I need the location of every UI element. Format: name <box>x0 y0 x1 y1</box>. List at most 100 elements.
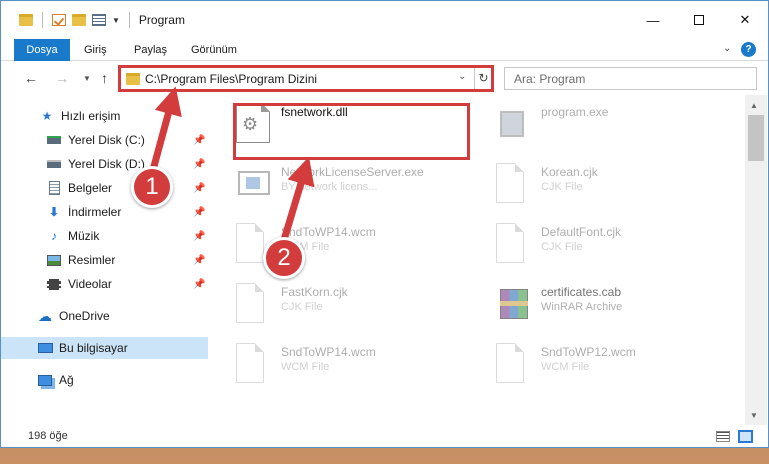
title-bar: ▼ Program — ✕ <box>1 1 768 39</box>
computer-icon <box>37 341 53 355</box>
file-type: WinRAR Archive <box>541 301 623 313</box>
pin-icon[interactable]: 📌 <box>193 255 205 266</box>
videos-icon <box>46 277 62 291</box>
file-type: WCM File <box>541 361 590 373</box>
sidebar-item-this-pc[interactable]: Bu bilgisayar <box>1 337 208 359</box>
sidebar-item-drive-d[interactable]: Yerel Disk (D:) 📌 <box>1 153 208 175</box>
sidebar-item-videos[interactable]: Videolar 📌 <box>1 273 208 295</box>
document-icon <box>236 223 264 263</box>
callout-badge-2: 2 <box>263 237 305 279</box>
expand-ribbon-chevron-icon[interactable]: ⌄ <box>723 43 731 54</box>
pin-icon[interactable]: 📌 <box>193 231 205 242</box>
document-icon <box>236 343 264 383</box>
file-item-korean-cjk[interactable]: Korean.cjk CJK File <box>469 155 709 205</box>
window-title: Program <box>138 13 185 27</box>
sidebar-item-downloads[interactable]: ⬇ İndirmeler 📌 <box>1 201 208 223</box>
pictures-icon <box>46 253 62 267</box>
file-type: WCM File <box>281 361 330 373</box>
tab-file[interactable]: Dosya <box>14 39 70 61</box>
pin-icon[interactable]: 📌 <box>193 159 205 170</box>
pin-icon[interactable]: 📌 <box>193 135 205 146</box>
sidebar-item-drive-c[interactable]: Yerel Disk (C:) 📌 <box>1 129 208 151</box>
file-name: Korean.cjk <box>541 165 598 179</box>
file-item-sndtowp14-wcm[interactable]: SndToWP14.wcm WCM File <box>209 215 449 265</box>
cloud-icon: ☁ <box>38 307 52 324</box>
address-highlight-box <box>118 65 494 92</box>
scroll-down-icon[interactable]: ▼ <box>750 411 758 420</box>
exe-icon <box>496 103 530 143</box>
callout-badge-1: 1 <box>131 166 173 208</box>
scroll-up-icon[interactable]: ▲ <box>750 101 758 110</box>
sidebar-item-label: Resimler <box>68 253 116 267</box>
new-folder-icon[interactable] <box>72 14 86 26</box>
close-button[interactable]: ✕ <box>722 1 768 39</box>
properties-check-icon[interactable] <box>52 14 66 26</box>
sidebar-item-label: Hızlı erişim <box>61 109 121 123</box>
pin-icon[interactable]: 📌 <box>193 183 205 194</box>
status-bar: 198 öğe <box>1 425 768 447</box>
sidebar-item-label: Yerel Disk (C:) <box>68 133 145 147</box>
maximize-button[interactable] <box>676 1 722 39</box>
close-icon: ✕ <box>739 12 751 27</box>
drive-icon <box>46 157 62 171</box>
sidebar-item-network[interactable]: Ağ <box>1 369 208 391</box>
tab-home[interactable]: Giriş <box>73 39 118 61</box>
sidebar-item-label: Ağ <box>59 373 74 387</box>
item-count: 198 öğe <box>28 430 68 442</box>
network-icon <box>37 373 53 387</box>
help-icon[interactable]: ? <box>741 42 756 57</box>
large-icons-view-icon[interactable] <box>738 430 753 443</box>
sidebar-item-label: İndirmeler <box>68 205 122 219</box>
up-arrow-icon[interactable]: ↑ <box>101 70 108 86</box>
documents-icon <box>46 181 62 195</box>
properties-icon[interactable] <box>92 14 106 26</box>
document-icon <box>496 343 524 383</box>
navigation-pane: ★ Hızlı erişim Yerel Disk (C:) 📌 Yerel D… <box>1 95 208 425</box>
minimize-icon: — <box>646 12 660 28</box>
sidebar-item-music[interactable]: ♪ Müzik 📌 <box>1 225 208 247</box>
star-icon: ★ <box>41 109 53 123</box>
file-item-fastkorn-cjk[interactable]: FastKorn.cjk CJK File <box>209 275 449 325</box>
sidebar-item-label: Bu bilgisayar <box>59 341 128 355</box>
file-name: SndToWP14.wcm <box>281 225 376 239</box>
scroll-thumb[interactable] <box>748 115 764 161</box>
download-icon: ⬇ <box>48 205 60 219</box>
file-name: SndToWP12.wcm <box>541 345 636 359</box>
file-name: certificates.cab <box>541 285 622 299</box>
sidebar-item-label: Müzik <box>68 229 100 243</box>
file-item-networklicenseserver-exe[interactable]: NetworkLicenseServer.exe BY network lice… <box>209 155 449 205</box>
customize-toolbar-chevron-icon[interactable]: ▼ <box>112 16 120 25</box>
back-arrow-icon[interactable]: ← <box>24 70 38 86</box>
tab-view[interactable]: Görünüm <box>180 39 248 61</box>
file-name: DefaultFont.cjk <box>541 225 622 239</box>
details-view-icon[interactable] <box>716 431 730 442</box>
file-item-certificates-cab[interactable]: certificates.cab WinRAR Archive <box>469 275 709 325</box>
file-name: SndToWP14.wcm <box>281 345 376 359</box>
toolbar-separator <box>128 12 130 28</box>
sidebar-item-label: Yerel Disk (D:) <box>68 157 145 171</box>
file-item-sndtowp12-wcm[interactable]: SndToWP12.wcm WCM File <box>469 335 709 385</box>
file-item-sndtowp14-wcm-2[interactable]: SndToWP14.wcm WCM File <box>209 335 449 385</box>
file-name: program.exe <box>541 105 609 119</box>
sidebar-item-label: Belgeler <box>68 181 113 195</box>
sidebar-item-documents[interactable]: Belgeler 📌 <box>1 177 208 199</box>
search-input[interactable]: Ara: Program <box>504 67 757 90</box>
recent-locations-chevron-icon[interactable]: ▼ <box>83 74 91 83</box>
sidebar-item-onedrive[interactable]: ☁ OneDrive <box>1 305 208 327</box>
minimize-button[interactable]: — <box>630 1 676 39</box>
file-type: CJK File <box>281 301 323 313</box>
sidebar-item-quick-access[interactable]: ★ Hızlı erişim <box>1 105 208 127</box>
sidebar-item-pictures[interactable]: Resimler 📌 <box>1 249 208 271</box>
forward-arrow-icon[interactable]: → <box>55 70 69 86</box>
file-item-defaultfont-cjk[interactable]: DefaultFont.cjk CJK File <box>469 215 709 265</box>
tab-share[interactable]: Paylaş <box>123 39 178 61</box>
pin-icon[interactable]: 📌 <box>193 279 205 290</box>
file-highlight-box <box>233 103 470 160</box>
document-icon <box>496 163 524 203</box>
exe-icon <box>236 163 270 203</box>
vertical-scrollbar[interactable]: ▲ ▼ <box>745 95 767 425</box>
address-row: ← → ▼ ↑ C:\Program Files\Program Dizini … <box>1 61 768 95</box>
pin-icon[interactable]: 📌 <box>193 207 205 218</box>
file-item-program-exe[interactable]: program.exe <box>469 95 709 145</box>
file-name: NetworkLicenseServer.exe <box>281 165 424 179</box>
